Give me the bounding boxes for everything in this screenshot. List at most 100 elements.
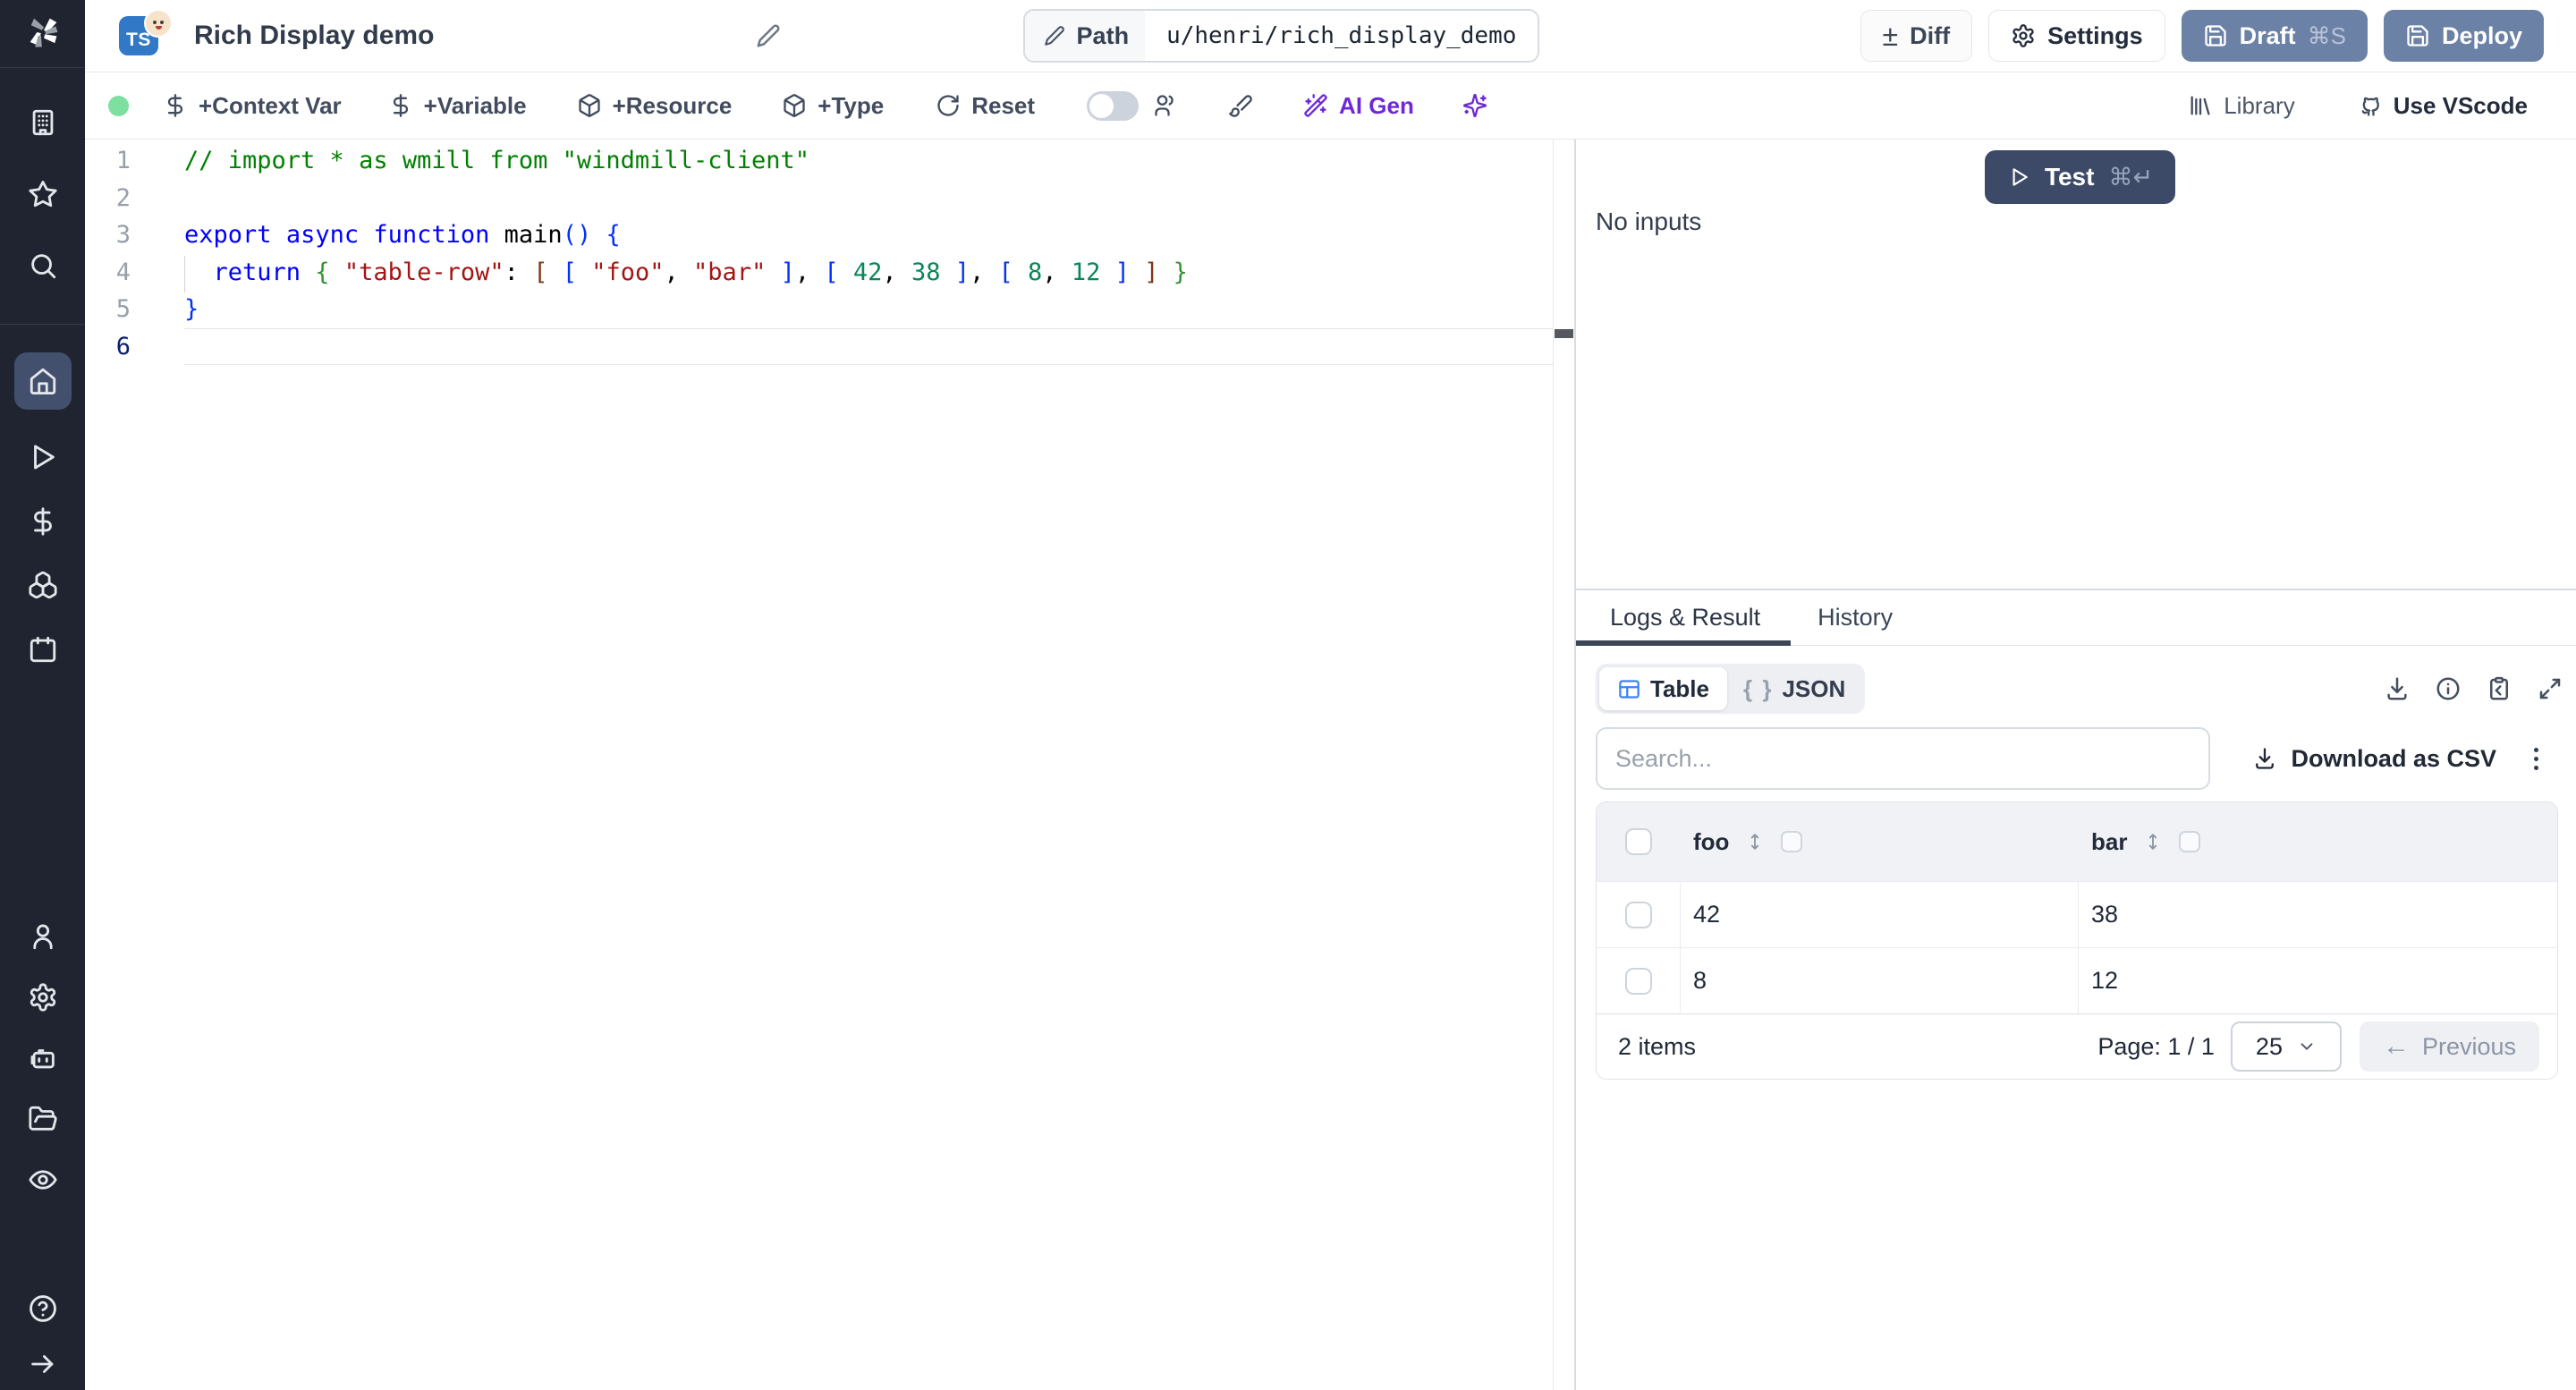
add-context-var-button[interactable]: +Context Var [163,92,342,120]
copy-clipboard-icon[interactable] [2486,675,2512,702]
windmill-logo-icon[interactable] [23,13,63,56]
code-line[interactable]: // import * as wmill from "windmill-clie… [184,142,1553,180]
pencil-icon [1043,24,1066,47]
test-button[interactable]: Test ⌘↵ [1985,150,2175,204]
code-line[interactable] [184,328,1553,366]
no-inputs-text: No inputs [1596,208,1702,235]
sort-icon[interactable] [1745,832,1765,852]
code-line[interactable] [184,180,1553,217]
code-token: "foo" [591,258,665,286]
sidebar-divider [0,67,85,68]
editor-scrollbar[interactable] [1553,140,1574,1390]
view-json-option[interactable]: { } JSON [1727,667,1861,710]
tab-logs-result[interactable]: Logs & Result [1576,590,1792,646]
sidebar-item-workers[interactable] [28,1043,58,1073]
table-row[interactable]: 8 12 [1597,947,2557,1013]
sparkles-icon[interactable] [1462,93,1487,118]
page-size-select[interactable]: 25 [2230,1021,2342,1072]
sidebar-item-workspace[interactable] [28,107,58,138]
code-token: [ [562,258,577,286]
package-icon [782,93,807,118]
draft-shortcut: ⌘S [2307,21,2346,49]
format-brush-button[interactable] [1228,93,1253,118]
path-control[interactable]: Path u/henri/rich_display_demo [1022,9,1540,63]
code-editor[interactable]: 123456 // import * as wmill from "windmi… [85,140,1574,1390]
sidebar-item-resources[interactable] [28,570,58,600]
edit-summary-pencil-icon[interactable] [755,22,782,49]
use-vscode-button[interactable]: Use VScode [2358,92,2528,120]
column-header-label: bar [2091,827,2128,855]
expand-icon[interactable] [2537,675,2563,702]
paintbrush-icon [1228,93,1253,118]
deploy-button[interactable]: Deploy [2383,10,2544,62]
sidebar-item-variables[interactable] [28,506,58,537]
sidebar-item-search[interactable] [28,250,58,281]
path-value[interactable]: u/henri/rich_display_demo [1145,11,1538,61]
sidebar-item-users[interactable] [28,921,58,952]
code-token: // import * as wmill from "windmill-clie… [184,147,809,174]
info-icon[interactable] [2435,675,2462,702]
sidebar-item-schedules[interactable] [28,634,58,665]
draft-button[interactable]: Draft ⌘S [2181,10,2368,62]
table-row[interactable]: 42 38 [1597,881,2557,947]
library-icon [2188,93,2213,118]
download-csv-button[interactable]: Download as CSV [2252,745,2496,773]
code-token: ] [1144,258,1159,286]
library-button[interactable]: Library [2188,92,2295,120]
dollar-icon [163,93,188,118]
download-result-icon[interactable] [2384,675,2411,702]
code-line[interactable]: return { "table-row": [ [ "foo", "bar" ]… [184,254,1553,292]
diff-button[interactable]: ± Diff [1860,10,1973,62]
tab-history[interactable]: History [1791,590,1919,645]
ai-gen-button[interactable]: AI Gen [1303,92,1414,120]
code-token: "bar" [693,258,767,286]
column-option-box[interactable] [1781,831,1803,852]
editor-code-area[interactable]: // import * as wmill from "windmill-clie… [184,140,1553,1390]
reset-button[interactable]: Reset [936,92,1035,120]
code-token: main [489,221,563,249]
line-number: 4 [115,258,131,286]
code-line[interactable]: export async function main() { [184,216,1553,254]
add-resource-button[interactable]: +Resource [577,92,732,120]
rotate-icon [936,93,961,118]
expand-sidebar-icon[interactable] [28,1349,58,1379]
row-checkbox[interactable] [1624,967,1652,995]
save-icon [2405,23,2430,48]
package-icon [577,93,602,118]
previous-page-button[interactable]: ← Previous [2359,1021,2539,1072]
logs-section: Logs & Result History Table { } JSON Sea… [1576,589,2576,1390]
sidebar-item-folders[interactable] [28,1104,58,1134]
code-line[interactable]: } [184,291,1553,328]
add-variable-button[interactable]: +Variable [388,92,527,120]
row-checkbox[interactable] [1624,901,1652,928]
sidebar-item-home[interactable] [13,352,72,410]
settings-button[interactable]: Settings [1988,10,2165,62]
diff-icon: ± [1882,20,1899,52]
table-menu-kebab[interactable] [2534,747,2538,770]
result-table: foo bar 42 38 8 12 2 items Page: 1 / 1 25 [1596,801,2558,1080]
items-count: 2 items [1618,1032,1697,1060]
cursor-position-marker [1555,329,1573,338]
sort-icon[interactable] [2143,832,2163,852]
view-table-option[interactable]: Table [1599,667,1727,710]
sidebar-item-audit[interactable] [28,1165,58,1195]
sidebar-item-runs[interactable] [28,442,58,472]
arrow-left-icon: ← [2382,1031,2410,1061]
add-type-button[interactable]: +Type [782,92,884,120]
table-cell: 12 [2091,967,2119,994]
code-token: return [213,258,301,286]
table-icon [1617,677,1641,701]
line-number: 1 [115,147,131,174]
multiplayer-users-icon[interactable] [1153,93,1178,118]
search-input[interactable] [1596,727,2210,790]
help-icon[interactable] [28,1293,58,1324]
collaboration-toggle[interactable] [1087,90,1140,121]
sidebar-item-favorites[interactable] [28,179,58,209]
column-option-box[interactable] [2179,831,2201,852]
sidebar-item-settings[interactable] [28,982,58,1013]
select-all-checkbox[interactable] [1625,828,1652,855]
